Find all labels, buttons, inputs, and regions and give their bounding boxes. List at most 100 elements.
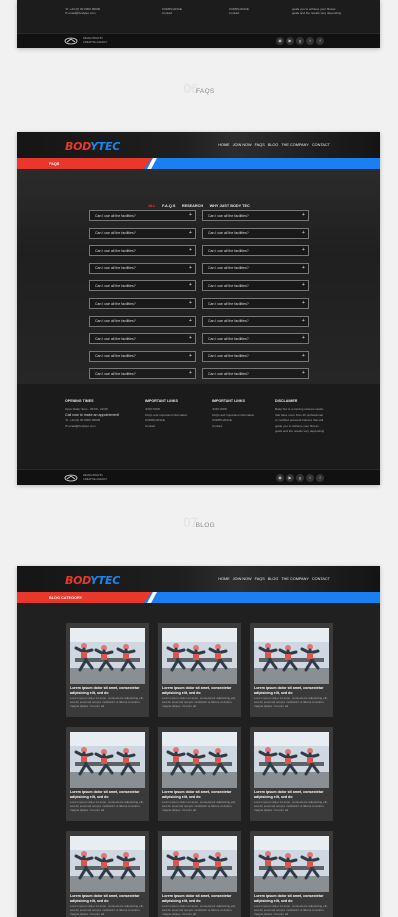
tab-all[interactable]: ALL: [148, 204, 155, 208]
top-link[interactable]: Contact: [162, 11, 182, 15]
blog-post-title[interactable]: Lorem ipsum dolor sit amet, consectetur …: [254, 894, 330, 903]
google-plus-icon[interactable]: g: [296, 37, 304, 45]
top-email[interactable]: email@bodytec.com: [68, 11, 95, 15]
expand-plus-icon[interactable]: +: [302, 265, 305, 271]
expand-plus-icon[interactable]: +: [189, 370, 192, 376]
blog-post-image[interactable]: [162, 628, 237, 684]
rss-icon[interactable]: ◉: [276, 474, 284, 482]
google-plus-icon[interactable]: g: [296, 474, 304, 482]
faq-accordion-item[interactable]: Can I use all the facilities? +: [202, 333, 309, 345]
blog-post-title[interactable]: Lorem ipsum dolor sit amet, consectetur …: [70, 790, 146, 799]
nav-home[interactable]: HOME: [218, 577, 229, 581]
faq-accordion-item[interactable]: Can I use all the facilities? +: [89, 350, 196, 362]
blog-post-title[interactable]: Lorem ipsum dolor sit amet, consectetur …: [70, 894, 146, 903]
faq-accordion-item[interactable]: Can I use all the facilities? +: [89, 315, 196, 327]
tab-faqs[interactable]: F.A.Q.S: [162, 204, 175, 208]
faq-accordion-item[interactable]: Can I use all the facilities? +: [202, 245, 309, 257]
blog-post-title[interactable]: Lorem ipsum dolor sit amet, consectetur …: [162, 790, 238, 799]
rss-icon[interactable]: ◉: [276, 37, 284, 45]
youtube-icon[interactable]: ▶: [286, 37, 294, 45]
expand-plus-icon[interactable]: +: [189, 265, 192, 271]
blog-post-image[interactable]: [254, 628, 329, 684]
expand-plus-icon[interactable]: +: [302, 353, 305, 359]
nav-the-company[interactable]: THE COMPANY: [281, 143, 309, 147]
tab-why-just-body-tec[interactable]: WHY JUST BODY TEC: [210, 204, 250, 208]
blog-post-card[interactable]: Lorem ipsum dolor sit amet, consectetur …: [158, 623, 241, 717]
expand-plus-icon[interactable]: +: [302, 247, 305, 253]
blog-post-image[interactable]: [162, 732, 237, 788]
blog-post-image[interactable]: [70, 628, 145, 684]
blog-post-card[interactable]: Lorem ipsum dolor sit amet, consectetur …: [250, 623, 333, 717]
blog-post-title[interactable]: Lorem ipsum dolor sit amet, consectetur …: [162, 894, 238, 903]
faq-accordion-item[interactable]: Can I use all the facilities? +: [89, 298, 196, 309]
nav-contact[interactable]: CONTACT: [312, 143, 330, 147]
faq-accordion-item[interactable]: Can I use all the facilities? +: [202, 227, 309, 239]
blog-post-title[interactable]: Lorem ipsum dolor sit amet, consectetur …: [162, 686, 238, 695]
blog-post-image[interactable]: [162, 836, 237, 892]
faq-accordion-item[interactable]: Can I use all the facilities? +: [202, 280, 309, 292]
blog-post-card[interactable]: Lorem ipsum dolor sit amet, consectetur …: [250, 727, 333, 821]
expand-plus-icon[interactable]: +: [302, 300, 305, 306]
blog-post-card[interactable]: Lorem ipsum dolor sit amet, consectetur …: [250, 831, 333, 917]
footer-link[interactable]: Contact: [212, 424, 254, 430]
nav-blog[interactable]: BLOG: [268, 577, 279, 581]
blog-post-title[interactable]: Lorem ipsum dolor sit amet, consectetur …: [70, 686, 146, 695]
faq-accordion-item[interactable]: Can I use all the facilities? +: [89, 262, 196, 274]
nav-join-now[interactable]: JOIN NOW: [233, 577, 252, 581]
expand-plus-icon[interactable]: +: [189, 230, 192, 236]
youtube-icon[interactable]: ▶: [286, 474, 294, 482]
blog-post-title[interactable]: Lorem ipsum dolor sit amet, consectetur …: [254, 686, 330, 695]
faq-accordion-item[interactable]: Can I use all the facilities? +: [202, 368, 309, 380]
blog-post-card[interactable]: Lorem ipsum dolor sit amet, consectetur …: [158, 831, 241, 917]
nav-blog[interactable]: BLOG: [268, 143, 279, 147]
nav-join-now[interactable]: JOIN NOW: [233, 143, 252, 147]
expand-plus-icon[interactable]: +: [189, 335, 192, 341]
top-link[interactable]: Contact: [229, 11, 249, 15]
expand-plus-icon[interactable]: +: [302, 230, 305, 236]
blog-post-card[interactable]: Lorem ipsum dolor sit amet, consectetur …: [66, 831, 149, 917]
expand-plus-icon[interactable]: +: [189, 212, 192, 218]
expand-plus-icon[interactable]: +: [189, 353, 192, 359]
expand-plus-icon[interactable]: +: [189, 300, 192, 306]
expand-plus-icon[interactable]: +: [189, 247, 192, 253]
expand-plus-icon[interactable]: +: [302, 370, 305, 376]
blog-post-image[interactable]: [254, 732, 329, 788]
nav-faqs[interactable]: FAQS: [255, 577, 265, 581]
expand-plus-icon[interactable]: +: [302, 212, 305, 218]
faq-accordion-item[interactable]: Can I use all the facilities? +: [89, 280, 196, 292]
bodytec-logo[interactable]: BODYTEC: [65, 574, 120, 587]
expand-plus-icon[interactable]: +: [189, 318, 192, 324]
twitter-icon[interactable]: t: [306, 37, 314, 45]
nav-faqs[interactable]: FAQS: [255, 143, 265, 147]
facebook-icon[interactable]: f: [316, 474, 324, 482]
faq-accordion-item[interactable]: Can I use all the facilities? +: [89, 210, 196, 221]
nav-contact[interactable]: CONTACT: [312, 577, 330, 581]
expand-plus-icon[interactable]: +: [189, 282, 192, 288]
blog-post-card[interactable]: Lorem ipsum dolor sit amet, consectetur …: [66, 727, 149, 821]
blog-post-image[interactable]: [70, 732, 145, 788]
blog-post-image[interactable]: [254, 836, 329, 892]
faq-accordion-item[interactable]: Can I use all the facilities? +: [202, 298, 309, 309]
expand-plus-icon[interactable]: +: [302, 335, 305, 341]
faq-accordion-item[interactable]: Can I use all the facilities? +: [89, 245, 196, 257]
faq-accordion-item[interactable]: Can I use all the facilities? +: [202, 315, 309, 327]
tab-research[interactable]: RESEARCH: [182, 204, 203, 208]
expand-plus-icon[interactable]: +: [302, 318, 305, 324]
nav-home[interactable]: HOME: [218, 143, 229, 147]
blog-post-title[interactable]: Lorem ipsum dolor sit amet, consectetur …: [254, 790, 330, 799]
faq-accordion-item[interactable]: Can I use all the facilities? +: [202, 350, 309, 362]
bodytec-logo[interactable]: BODYTEC: [65, 140, 120, 153]
facebook-icon[interactable]: f: [316, 37, 324, 45]
footer-link[interactable]: Contact: [145, 424, 187, 430]
faq-accordion-item[interactable]: Can I use all the facilities? +: [89, 368, 196, 380]
expand-plus-icon[interactable]: +: [302, 282, 305, 288]
footer-email[interactable]: email@bodytec.com: [68, 424, 95, 428]
blog-post-card[interactable]: Lorem ipsum dolor sit amet, consectetur …: [66, 623, 149, 717]
faq-accordion-item[interactable]: Can I use all the facilities? +: [202, 262, 309, 274]
blog-post-card[interactable]: Lorem ipsum dolor sit amet, consectetur …: [158, 727, 241, 821]
faq-accordion-item[interactable]: Can I use all the facilities? +: [202, 210, 309, 221]
blog-post-image[interactable]: [70, 836, 145, 892]
twitter-icon[interactable]: t: [306, 474, 314, 482]
nav-the-company[interactable]: THE COMPANY: [281, 577, 309, 581]
faq-accordion-item[interactable]: Can I use all the facilities? +: [89, 227, 196, 239]
